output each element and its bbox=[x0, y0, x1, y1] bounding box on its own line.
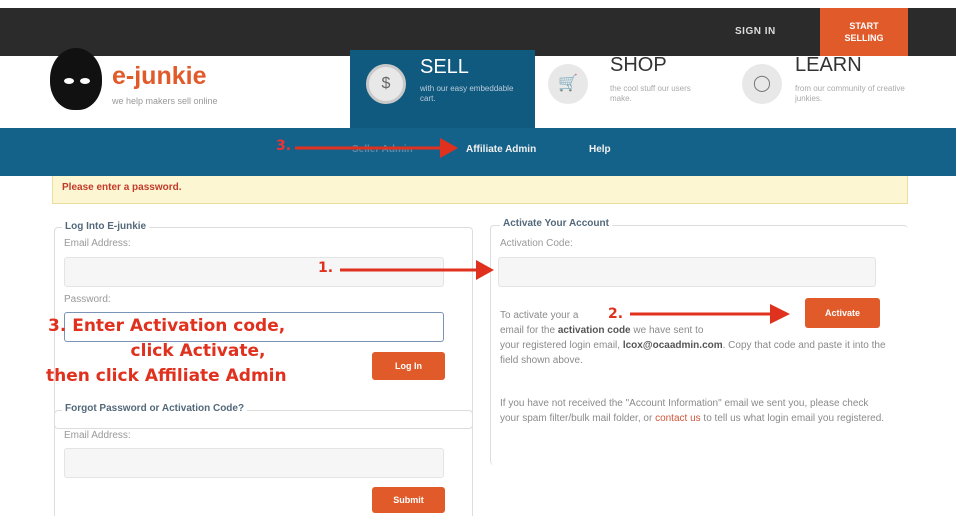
annotation-step3-line2: click Activate, bbox=[130, 341, 266, 361]
arrow-step2 bbox=[630, 304, 790, 324]
annotation-step1: 1. bbox=[318, 260, 334, 276]
annotation-arrows bbox=[295, 138, 790, 324]
arrow-step3-nav bbox=[295, 138, 458, 158]
annotation-step3-line3: then click Affiliate Admin bbox=[46, 366, 287, 386]
annotation-step2: 2. bbox=[608, 306, 624, 322]
annotation-step3-line1: 3. Enter Activation code, bbox=[48, 316, 286, 336]
annotation-step3: 3. Enter Activation code, click Activate… bbox=[46, 314, 378, 389]
arrow-step1 bbox=[340, 260, 494, 280]
